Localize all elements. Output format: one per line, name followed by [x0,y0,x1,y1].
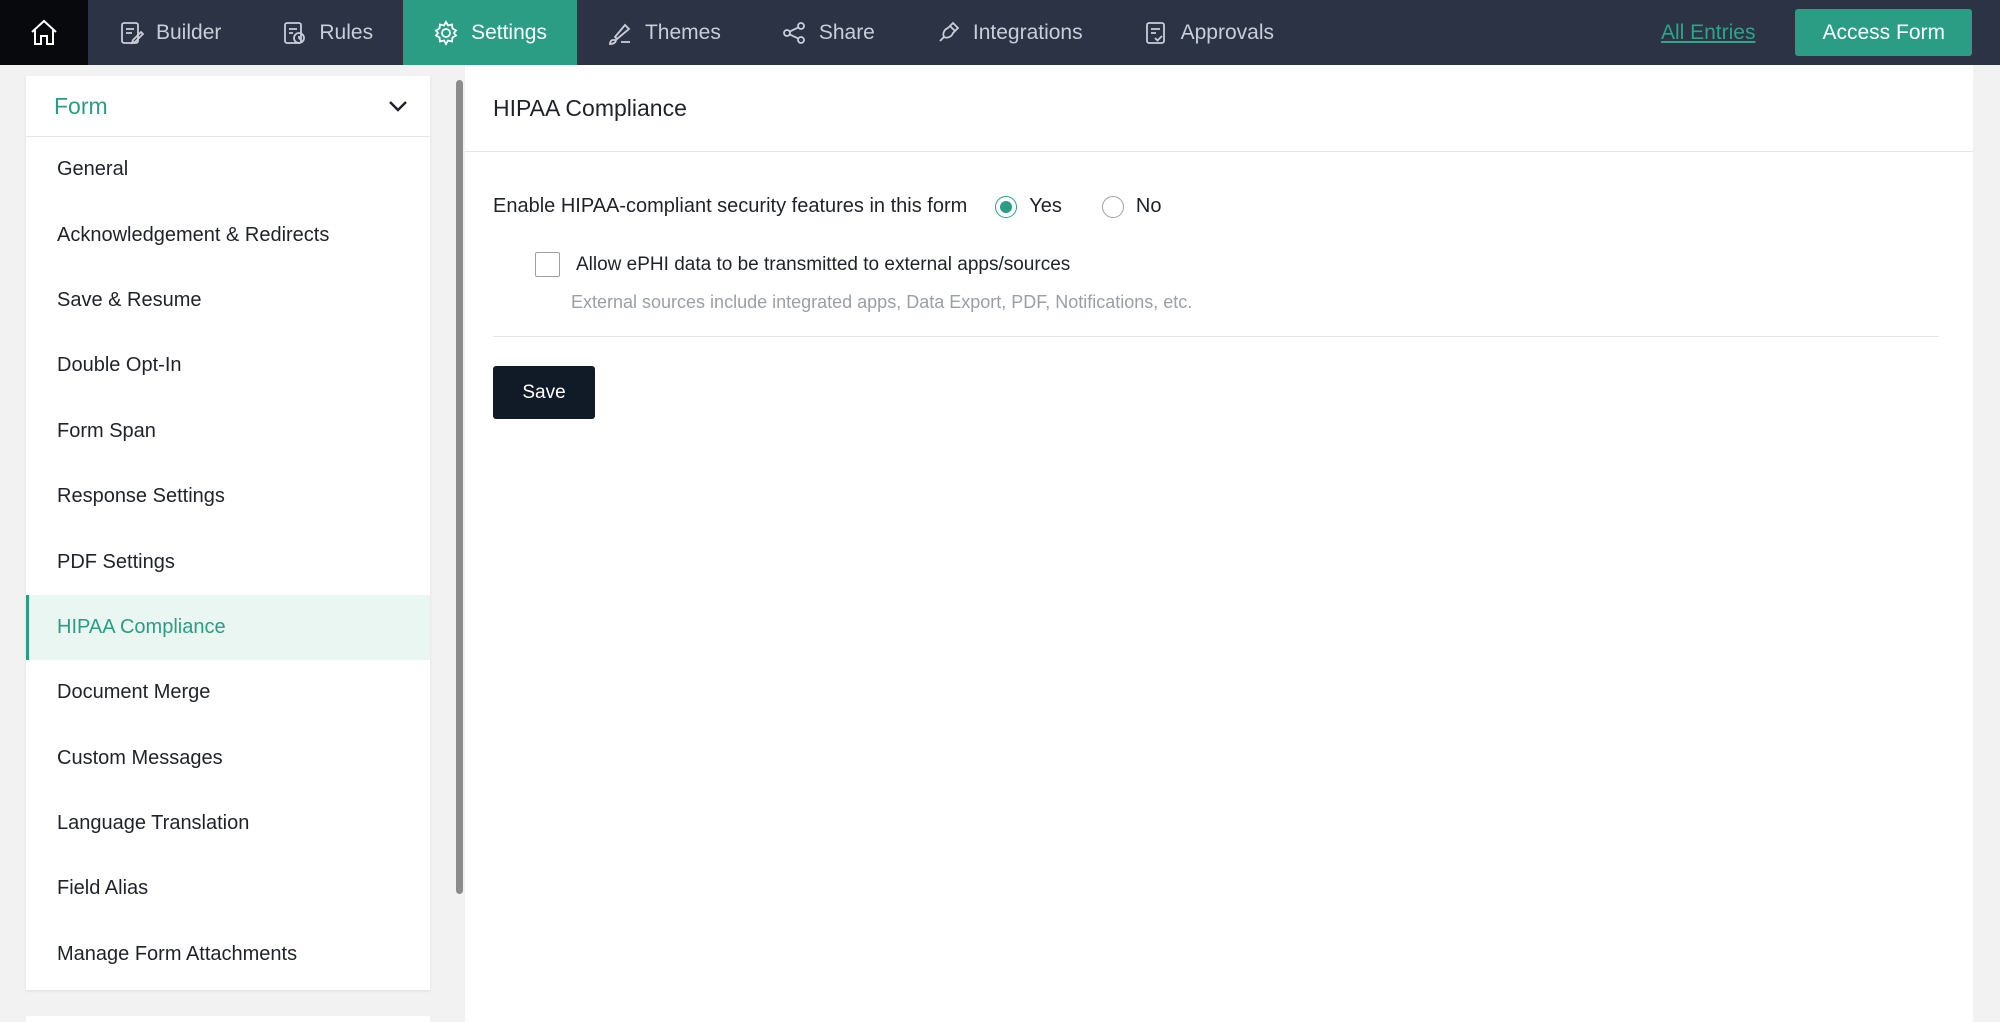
sidebar-item-pdf-settings[interactable]: PDF Settings [26,529,430,594]
builder-icon [121,21,144,44]
home-button[interactable] [0,0,88,65]
sidebar-item-document-merge[interactable]: Document Merge [26,660,430,725]
allow-ephi-row: Allow ePHI data to be transmitted to ext… [535,252,1070,277]
nav-builder[interactable]: Builder [88,0,251,65]
chevron-down-icon [389,101,407,112]
sidebar-next-section [26,1016,430,1022]
yes-radio-circle[interactable] [995,195,1018,218]
nav-settings[interactable]: Settings [403,0,577,65]
sidebar-item-manage-form-attachments[interactable]: Manage Form Attachments [26,922,430,987]
sidebar-item-double-opt-in[interactable]: Double Opt-In [26,333,430,398]
nav-share-label: Share [818,20,875,44]
approvals-icon [1145,21,1165,44]
all-entries-link[interactable]: All Entries [1661,21,1756,45]
hipaa-enable-label: Enable HIPAA-compliant security features… [493,195,968,217]
brush-icon [609,23,631,45]
allow-ephi-label: Allow ePHI data to be transmitted to ext… [576,253,1071,275]
page-right-gutter [1973,65,2000,1022]
puzzle-icon [939,21,960,42]
nav-integrations[interactable]: Integrations [905,0,1113,65]
sidebar-item-field-alias[interactable]: Field Alias [26,856,430,921]
hipaa-enable-row: Enable HIPAA-compliant security features… [493,195,1162,218]
page-title: HIPAA Compliance [465,65,1973,152]
allow-ephi-helper-text: External sources include integrated apps… [571,292,1193,312]
nav-builder-label: Builder [156,20,222,44]
sidebar-item-response-settings[interactable]: Response Settings [26,464,430,529]
top-navigation: Builder Rules Settings Themes Share Inte… [0,0,2000,65]
no-radio-label: No [1135,195,1162,217]
sidebar-item-general[interactable]: General [26,137,430,202]
sidebar-item-form-span[interactable]: Form Span [26,399,430,464]
settings-sidebar: Form General Acknowledgement & Redirects… [26,76,430,990]
no-radio-circle[interactable] [1101,195,1124,218]
sidebar-title: Form [54,92,108,119]
share-icon [782,21,805,44]
nav-rules[interactable]: Rules [251,0,403,65]
sidebar-item-acknowledgement-redirects[interactable]: Acknowledgement & Redirects [26,202,430,267]
home-icon [31,19,57,45]
sidebar-item-hipaa-compliance[interactable]: HIPAA Compliance [26,594,430,661]
nav-approvals-label: Approvals [1180,20,1275,44]
nav-rules-label: Rules [319,20,374,44]
sidebar-item-custom-messages[interactable]: Custom Messages [26,726,430,791]
access-form-button[interactable]: Access Form [1795,9,1972,56]
nav-themes[interactable]: Themes [577,0,751,65]
nav-share[interactable]: Share [751,0,905,65]
section-divider [493,336,1939,337]
nav-themes-label: Themes [644,20,721,44]
sidebar-scrollbar-thumb[interactable] [456,80,463,894]
hipaa-yes-radio[interactable]: Yes [995,195,1062,218]
allow-ephi-checkbox[interactable] [535,252,560,277]
hipaa-no-radio[interactable]: No [1101,195,1162,218]
gear-icon [434,19,458,46]
save-button[interactable]: Save [493,366,595,419]
nav-right-actions: All Entries Access Form [1661,0,2000,65]
sidebar-item-save-resume[interactable]: Save & Resume [26,268,430,333]
sidebar-item-language-translation[interactable]: Language Translation [26,791,430,856]
nav-approvals[interactable]: Approvals [1113,0,1304,65]
sidebar-header[interactable]: Form [26,76,430,137]
main-panel: HIPAA Compliance Enable HIPAA-compliant … [465,65,1973,1022]
nav-settings-label: Settings [471,20,547,44]
yes-radio-label: Yes [1029,195,1062,217]
nav-integrations-label: Integrations [972,20,1083,44]
rules-icon [284,21,306,44]
